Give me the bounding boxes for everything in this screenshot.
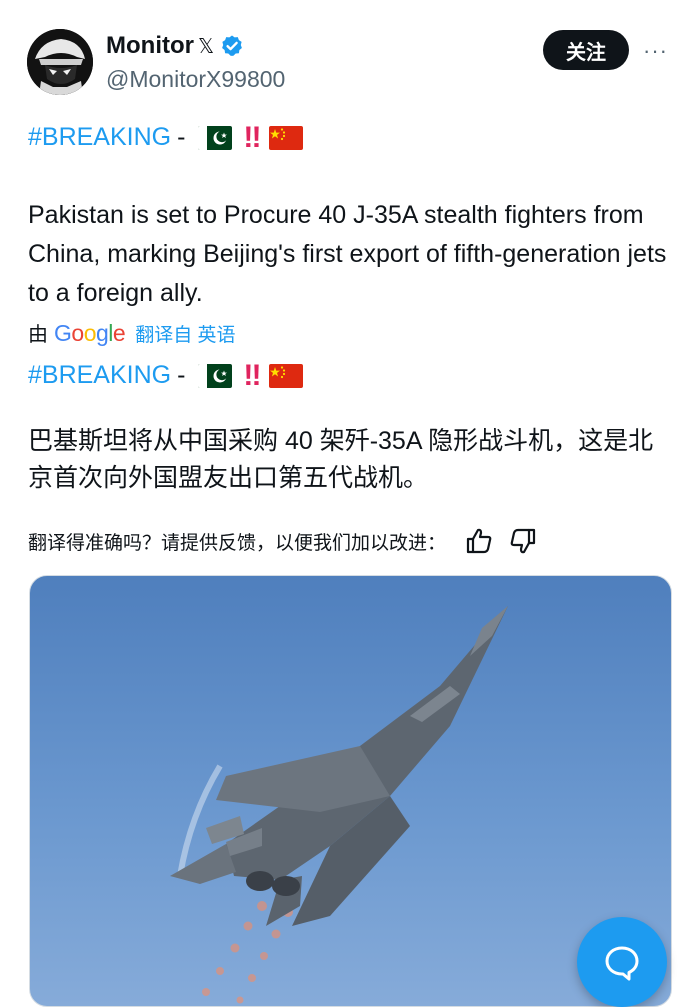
post-body-translated: 巴基斯坦将从中国采购 40 架歼-35A 隐形战斗机，这是北京首次向外国盟友出口…: [28, 427, 654, 492]
breaking-line-zh: #BREAKING - ‼: [28, 356, 304, 395]
fighter-jet-photo-icon: [170, 606, 508, 1004]
feedback-prompt: 翻译得准确吗？请提供反馈，以便我们加以改进：: [28, 532, 447, 554]
name-row: Monitor 𝕏: [106, 32, 244, 60]
separator: -: [177, 361, 186, 389]
translation-feedback: 翻译得准确吗？请提供反馈，以便我们加以改进：: [28, 526, 538, 556]
follow-button[interactable]: 关注: [543, 30, 629, 70]
display-name[interactable]: Monitor: [106, 32, 194, 60]
verified-badge-icon: [222, 35, 243, 56]
translated-by-label: 由: [28, 324, 48, 346]
china-flag-icon: [269, 126, 304, 151]
hashtag-breaking[interactable]: #BREAKING: [28, 361, 171, 389]
thumbs-down-icon[interactable]: [508, 526, 538, 556]
breaking-line-en: #BREAKING - ‼: [28, 118, 304, 157]
thumbs-up-icon[interactable]: [464, 526, 494, 556]
google-logo[interactable]: Google: [54, 320, 126, 347]
hashtag-breaking[interactable]: #BREAKING: [28, 123, 171, 151]
masked-figure-avatar-icon: [27, 29, 93, 95]
avatar[interactable]: [27, 29, 93, 95]
pakistan-flag-icon: [198, 364, 233, 389]
floating-chat-button[interactable]: [577, 917, 667, 1007]
user-handle[interactable]: @MonitorX99800: [106, 66, 285, 93]
pakistan-flag-icon: [198, 126, 233, 151]
double-exclamation-icon: ‼: [243, 121, 261, 155]
x-logo-mark: 𝕏: [197, 35, 215, 58]
translated-from-link[interactable]: 翻译自 英语: [135, 320, 235, 347]
post-body-english: Pakistan is set to Procure 40 J-35A stea…: [28, 201, 667, 307]
post-header: Monitor 𝕏 @MonitorX99800 关注 ···: [0, 0, 692, 110]
double-exclamation-icon: ‼: [243, 359, 261, 393]
china-flag-icon: [269, 364, 304, 389]
more-options-button[interactable]: ···: [643, 38, 668, 64]
post-media-image[interactable]: [29, 575, 672, 1007]
translation-attribution: 由 Google 翻译自 英语: [28, 318, 235, 347]
separator: -: [177, 123, 186, 151]
chat-bubble-icon: [605, 946, 639, 981]
